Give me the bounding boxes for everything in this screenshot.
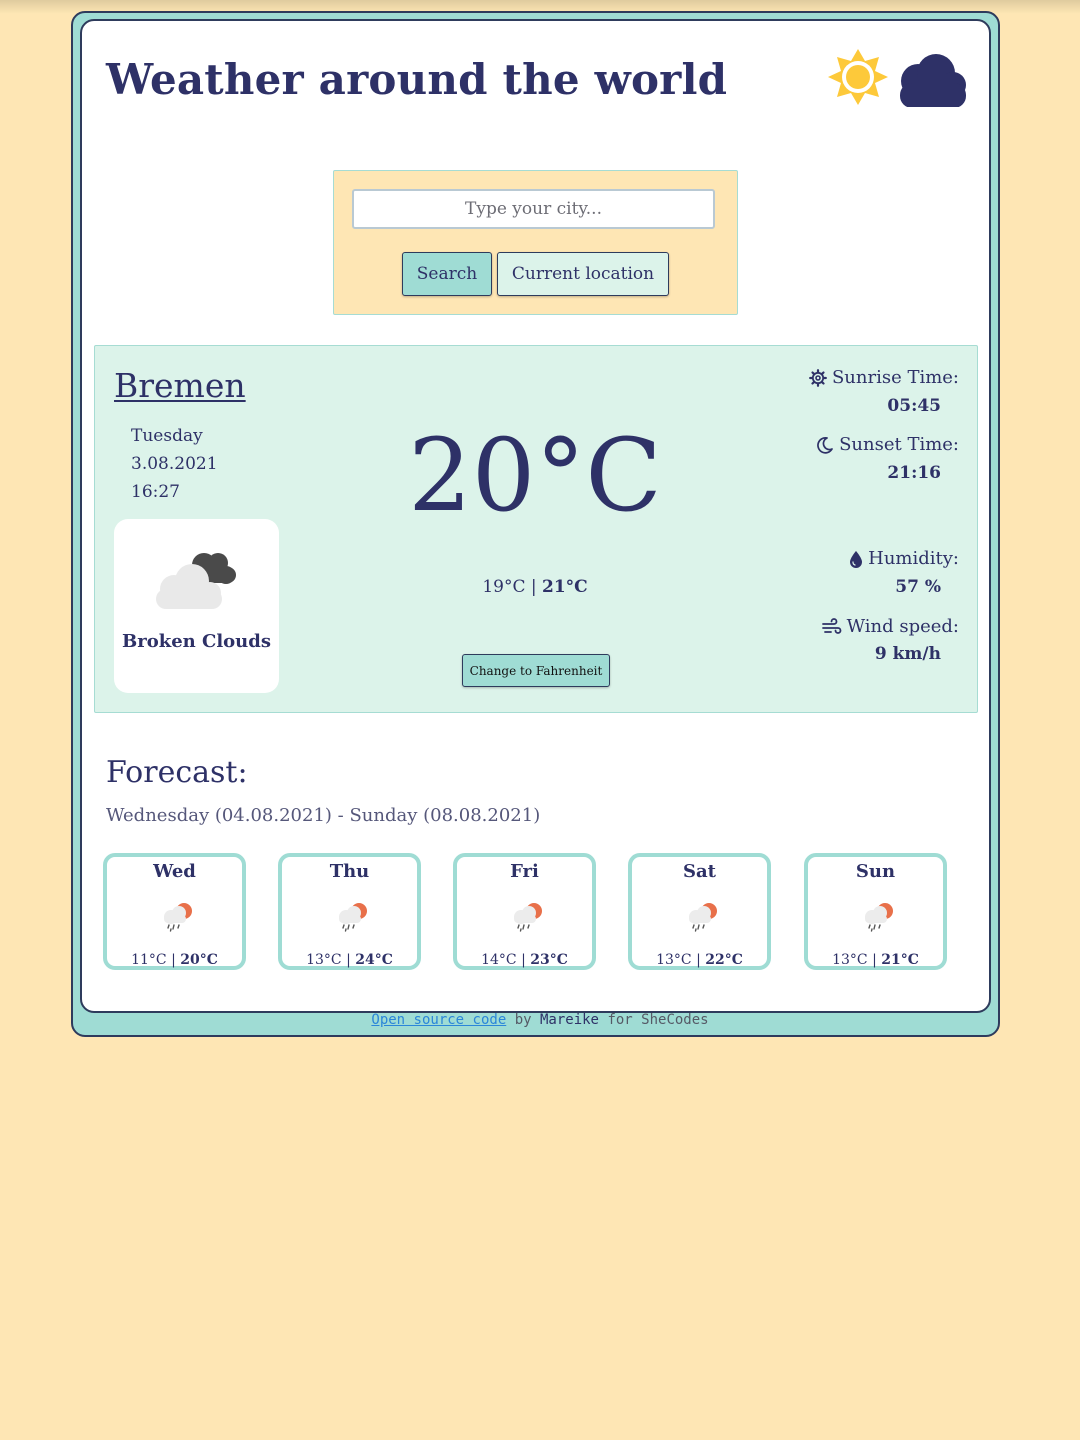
forecast-max: 22°C xyxy=(705,952,743,968)
weather-description: Broken Clouds xyxy=(122,631,271,652)
broken-clouds-icon xyxy=(156,553,236,609)
sunset-label-text: Sunset Time: xyxy=(839,434,959,455)
forecast-min: 14°C xyxy=(481,952,517,968)
forecast-temps: 11°C | 20°C xyxy=(131,952,218,968)
forecast-max: 23°C xyxy=(530,952,568,968)
rain-sun-icon xyxy=(163,902,193,932)
forecast-day: Sun xyxy=(855,861,896,882)
forecast-card: Fri 14°C | 23°C xyxy=(453,853,596,970)
search-panel: Search Current location xyxy=(333,170,738,315)
search-button[interactable]: Search xyxy=(402,252,492,296)
current-date: 3.08.2021 xyxy=(131,454,218,474)
current-location-button[interactable]: Current location xyxy=(497,252,669,296)
forecast-min: 13°C xyxy=(832,952,868,968)
forecast-day: Thu xyxy=(329,861,370,882)
rain-sun-icon xyxy=(688,902,718,932)
rain-sun-icon xyxy=(338,902,368,932)
rain-sun-icon xyxy=(864,902,894,932)
wind-label-text: Wind speed: xyxy=(846,616,959,637)
wind-icon xyxy=(821,617,841,634)
current-weather-panel: Bremen Tuesday 3.08.2021 16:27 Broken Cl… xyxy=(94,345,978,713)
sunset-value: 21:16 xyxy=(887,463,941,483)
forecast-min: 11°C xyxy=(131,952,167,968)
footer-by: by xyxy=(514,1012,532,1028)
forecast-day: Fri xyxy=(510,861,539,882)
temp-separator: | xyxy=(530,577,537,597)
footer-author: Mareike xyxy=(539,1012,599,1028)
city-name[interactable]: Bremen xyxy=(114,366,246,405)
gear-icon xyxy=(809,368,827,387)
footer: Open source code by Mareike for SheCodes xyxy=(0,1012,1080,1028)
temp-min: 19°C xyxy=(482,577,526,597)
sunrise-label: Sunrise Time: xyxy=(809,367,959,388)
forecast-temps: 13°C | 24°C xyxy=(306,952,393,968)
wind-label: Wind speed: xyxy=(821,616,959,637)
forecast-title: Forecast: xyxy=(106,755,248,790)
humidity-label-text: Humidity: xyxy=(868,548,959,569)
droplet-icon xyxy=(850,550,863,568)
forecast-temps: 13°C | 21°C xyxy=(832,952,919,968)
forecast-card: Sat 13°C | 22°C xyxy=(628,853,771,970)
current-day: Tuesday xyxy=(131,426,203,446)
temp-max: 21°C xyxy=(542,577,588,597)
current-time: 16:27 xyxy=(131,482,180,502)
wind-value: 9 km/h xyxy=(874,644,941,664)
change-unit-button[interactable]: Change to Fahrenheit xyxy=(462,654,610,687)
sunrise-value: 05:45 xyxy=(887,396,941,416)
humidity-label: Humidity: xyxy=(849,548,959,569)
forecast-card: Wed 11°C | 20°C xyxy=(103,853,246,970)
sunset-label: Sunset Time: xyxy=(816,434,959,455)
current-temperature: 20°C xyxy=(408,417,662,534)
forecast-temps: 14°C | 23°C xyxy=(481,952,568,968)
forecast-max: 24°C xyxy=(355,952,393,968)
forecast-day: Wed xyxy=(153,861,196,882)
moon-icon xyxy=(817,436,833,454)
header-icons xyxy=(828,43,968,108)
forecast-min: 13°C xyxy=(306,952,342,968)
forecast-card: Thu 13°C | 24°C xyxy=(278,853,421,970)
sunrise-label-text: Sunrise Time: xyxy=(831,367,959,388)
forecast-max: 21°C xyxy=(881,952,919,968)
footer-suffix: for SheCodes xyxy=(607,1012,709,1028)
forecast-card: Sun 13°C | 21°C xyxy=(804,853,947,970)
source-code-link[interactable]: Open source code xyxy=(371,1012,506,1028)
condition-card: Broken Clouds xyxy=(114,519,279,693)
sun-icon xyxy=(828,49,888,105)
rain-sun-icon xyxy=(513,902,543,932)
forecast-max: 20°C xyxy=(180,952,218,968)
min-max-temperature: 19°C | 21°C xyxy=(435,577,635,597)
app-frame: Weather around the world Search Curre xyxy=(71,11,1000,1037)
city-search-input[interactable] xyxy=(352,189,715,229)
forecast-range: Wednesday (04.08.2021) - Sunday (08.08.2… xyxy=(106,805,541,826)
page-title: Weather around the world xyxy=(106,55,728,104)
forecast-min: 13°C xyxy=(656,952,692,968)
humidity-value: 57 % xyxy=(895,577,941,597)
forecast-temps: 13°C | 22°C xyxy=(656,952,743,968)
cloud-icon xyxy=(900,54,966,108)
forecast-day: Sat xyxy=(683,861,716,882)
app-card: Weather around the world Search Curre xyxy=(80,19,991,1013)
